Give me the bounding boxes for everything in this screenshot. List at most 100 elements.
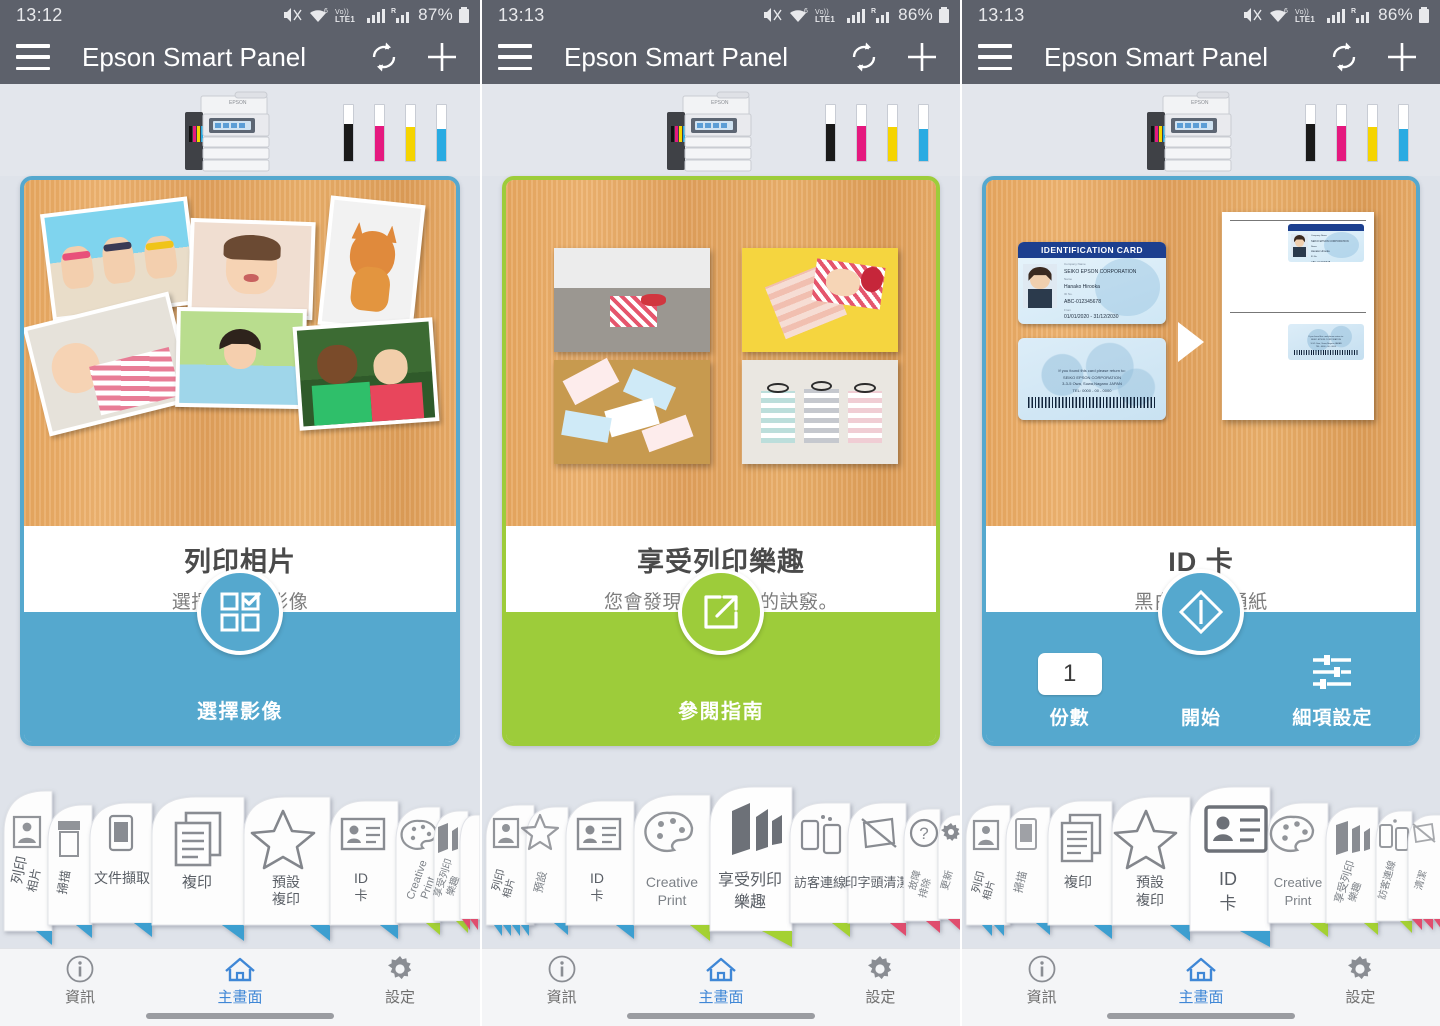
gesture-bar[interactable] — [146, 1013, 334, 1019]
carousel-item-enjoy-print-active[interactable]: 享受列印 樂趣 — [709, 786, 793, 947]
refresh-icon[interactable] — [1322, 35, 1366, 79]
three-panel-screenshot: 13:12 6 Vo)) LTE1 R 87% Epson Smart Panel — [0, 0, 1440, 1026]
carousel-item-copy[interactable]: 複印 — [151, 796, 245, 941]
ink-yellow — [887, 104, 898, 162]
ink-cyan — [1398, 104, 1409, 162]
feature-card-id-card[interactable]: IDENTIFICATION CARD Company Name SEIKO E… — [982, 176, 1420, 746]
bottom-navigation: 資訊 主畫面 設定 — [482, 948, 960, 1026]
nav-info[interactable]: 資訊 — [0, 949, 160, 1011]
battery-percent: 86% — [898, 5, 933, 24]
carousel-item-photo-print[interactable]: 列印 相片 — [965, 804, 1011, 936]
printer-status-row[interactable]: EPSON — [962, 84, 1440, 176]
refresh-icon[interactable] — [362, 35, 406, 79]
feature-carousel[interactable]: 列印 相片 掃描 — [0, 783, 480, 948]
grid-img-baby-card — [742, 248, 898, 352]
printer-image: EPSON — [185, 91, 270, 172]
svg-text:Print: Print — [658, 892, 687, 908]
gesture-bar[interactable] — [627, 1013, 815, 1019]
carousel-item-preset-copy[interactable]: 預設 — [520, 806, 569, 935]
feature-card-print-photos[interactable]: 列印相片 選擇並列印影像 選擇影像 — [20, 176, 460, 746]
hamburger-menu-icon[interactable] — [16, 44, 50, 70]
plus-icon[interactable] — [900, 35, 944, 79]
status-time: 13:13 — [978, 4, 1025, 25]
signal-roaming-icon: R — [1351, 8, 1370, 23]
info-icon — [1028, 955, 1056, 982]
svg-text:LTE1: LTE1 — [335, 15, 355, 24]
carousel-item-update[interactable]: 更新 — [937, 814, 960, 930]
ink-levels[interactable] — [343, 104, 447, 162]
ink-black — [1305, 104, 1316, 162]
printer-status-row[interactable]: EPSON — [482, 84, 960, 176]
home-icon — [225, 957, 255, 981]
svg-text:印字頭清潔: 印字頭清潔 — [844, 875, 909, 890]
id-back-line-0: If you found this card please return to: — [1058, 368, 1126, 373]
photo-two-kids — [292, 317, 440, 431]
feature-carousel[interactable]: 列印 相片 預設 ID 卡 Creative Print 享受列印 樂趣 訪客連… — [482, 783, 960, 948]
carousel-item-head-cleaning[interactable]: 印字頭清潔 — [844, 802, 910, 936]
ink-levels[interactable] — [825, 104, 929, 162]
carousel-item-preset-copy[interactable]: 預設 複印 — [1111, 796, 1191, 941]
carousel-item-id-card-active[interactable]: ID 卡 — [1189, 786, 1271, 947]
carousel-item-stack[interactable] — [459, 814, 480, 930]
start-diamond-icon[interactable] — [1158, 569, 1244, 655]
carousel-item-id-card[interactable]: ID 卡 — [565, 800, 635, 939]
mute-icon — [284, 8, 302, 22]
nav-home[interactable]: 主畫面 — [160, 949, 320, 1011]
photo-girl-outdoor — [175, 306, 307, 410]
carousel-item-copy[interactable]: 複印 — [1047, 800, 1113, 939]
carousel-item-guest-connect[interactable]: 訪客連線 — [789, 802, 851, 937]
external-link-icon[interactable] — [678, 569, 764, 655]
carousel-item-stack[interactable]: 清潔 — [1407, 814, 1440, 930]
ink-yellow — [1367, 104, 1378, 162]
app-title: Epson Smart Panel — [82, 41, 307, 72]
select-images-grid-icon[interactable] — [197, 569, 283, 655]
feature-card-enjoy-print[interactable]: 享受列印樂趣 您會發現更多有趣的訣竅。 參閱指南 — [502, 176, 940, 746]
carousel-item-scan[interactable]: 掃描 — [1005, 806, 1051, 935]
carousel-item-creative-print[interactable]: Creative Print — [633, 794, 711, 941]
copies-value[interactable]: 1 — [1037, 653, 1102, 695]
nav-home-label: 主畫面 — [217, 988, 263, 1006]
ink-levels[interactable] — [1305, 104, 1409, 162]
refresh-icon[interactable] — [842, 35, 886, 79]
carousel-item-document-capture[interactable]: 文件擷取 — [89, 802, 153, 937]
ink-cyan — [918, 104, 929, 162]
carousel-item-creative-print[interactable]: Creative Print — [1267, 802, 1329, 937]
carousel-item-troubleshoot[interactable]: ? 故障 排除 — [903, 808, 941, 933]
nav-settings[interactable]: 設定 — [1281, 949, 1440, 1011]
carousel-item-enjoy-print[interactable]: 享受列印 樂趣 — [1325, 806, 1379, 935]
nav-info[interactable]: 資訊 — [482, 949, 641, 1011]
carousel-item-scan[interactable]: 掃描 — [47, 804, 93, 938]
carousel-item-id-card[interactable]: ID 卡 — [329, 800, 399, 939]
bottom-navigation: 資訊 主畫面 設定 — [0, 948, 480, 1026]
plus-icon[interactable] — [420, 35, 464, 79]
grid-img-tags — [554, 358, 710, 464]
card-action-label: 參閱指南 — [678, 701, 764, 723]
carousel-item-creative-print[interactable]: Creative Print — [395, 806, 441, 935]
hamburger-menu-icon[interactable] — [498, 44, 532, 70]
mute-icon — [764, 8, 782, 22]
app-title: Epson Smart Panel — [564, 41, 789, 72]
nav-settings-label: 設定 — [384, 988, 415, 1006]
printer-status-row[interactable]: EPSON — [0, 84, 480, 176]
plus-icon[interactable] — [1380, 35, 1424, 79]
svg-text:R: R — [1351, 8, 1356, 15]
gesture-bar[interactable] — [1107, 1013, 1295, 1019]
nav-home[interactable]: 主畫面 — [1121, 949, 1280, 1011]
copies-control[interactable]: 1 份數 — [1004, 653, 1135, 730]
carousel-item-guest-connect[interactable]: 訪客連線 — [1375, 810, 1413, 933]
carousel-item-preset-copy[interactable]: 預設 複印 — [243, 796, 331, 941]
nav-home[interactable]: 主畫面 — [641, 949, 800, 1011]
nav-settings[interactable]: 設定 — [320, 949, 480, 1011]
battery-icon — [939, 7, 949, 23]
settings-control[interactable]: 細項設定 — [1267, 653, 1398, 730]
battery-icon — [1419, 7, 1429, 23]
nav-info[interactable]: 資訊 — [962, 949, 1121, 1011]
hamburger-menu-icon[interactable] — [978, 44, 1012, 70]
nav-settings[interactable]: 設定 — [801, 949, 960, 1011]
card-action-label: 選擇影像 — [197, 701, 283, 723]
info-icon — [66, 955, 94, 982]
svg-text:6: 6 — [324, 8, 328, 15]
carousel-item-photo-print[interactable]: 列印 相片 — [3, 790, 53, 945]
status-time: 13:12 — [16, 4, 63, 25]
feature-carousel[interactable]: 列印 相片 掃描 — [962, 783, 1440, 948]
